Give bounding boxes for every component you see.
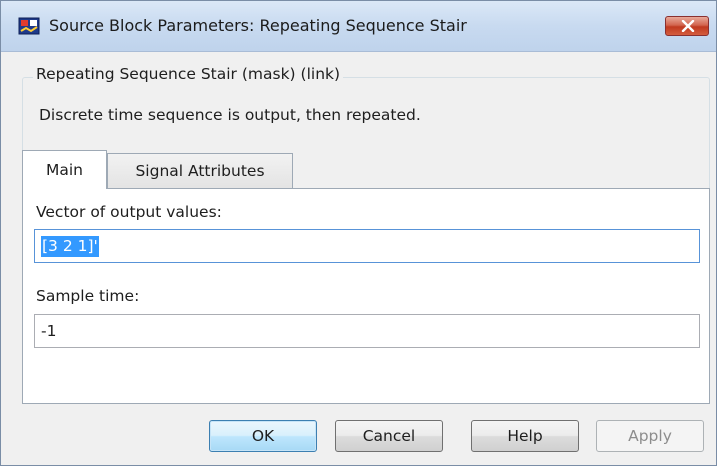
dialog-window: Source Block Parameters: Repeating Seque… xyxy=(0,0,717,466)
main-tab-panel: Vector of output values: [3 2 1]' Sample… xyxy=(22,188,710,404)
block-description: Discrete time sequence is output, then r… xyxy=(39,106,421,124)
tab-main[interactable]: Main xyxy=(22,150,107,189)
cancel-button[interactable]: Cancel xyxy=(335,420,443,452)
sample-time-label: Sample time: xyxy=(36,287,140,305)
group-title: Repeating Sequence Stair (mask) (link) xyxy=(33,64,344,84)
sample-time-input[interactable]: -1 xyxy=(34,314,700,348)
dialog-content: Repeating Sequence Stair (mask) (link) D… xyxy=(9,53,710,459)
apply-button[interactable]: Apply xyxy=(596,420,704,452)
ok-button[interactable]: OK xyxy=(209,420,317,452)
output-values-input[interactable]: [3 2 1]' xyxy=(34,229,700,263)
output-values-text: [3 2 1]' xyxy=(41,236,99,257)
simulink-block-icon xyxy=(18,15,40,37)
output-values-label: Vector of output values: xyxy=(36,203,222,221)
close-x-icon xyxy=(681,20,695,32)
sample-time-text: -1 xyxy=(41,322,57,340)
window-title: Source Block Parameters: Repeating Seque… xyxy=(49,16,467,35)
title-bar[interactable]: Source Block Parameters: Repeating Seque… xyxy=(1,1,716,52)
close-button[interactable] xyxy=(665,16,709,36)
tab-signal-attributes[interactable]: Signal Attributes xyxy=(107,153,293,189)
help-button[interactable]: Help xyxy=(471,420,579,452)
